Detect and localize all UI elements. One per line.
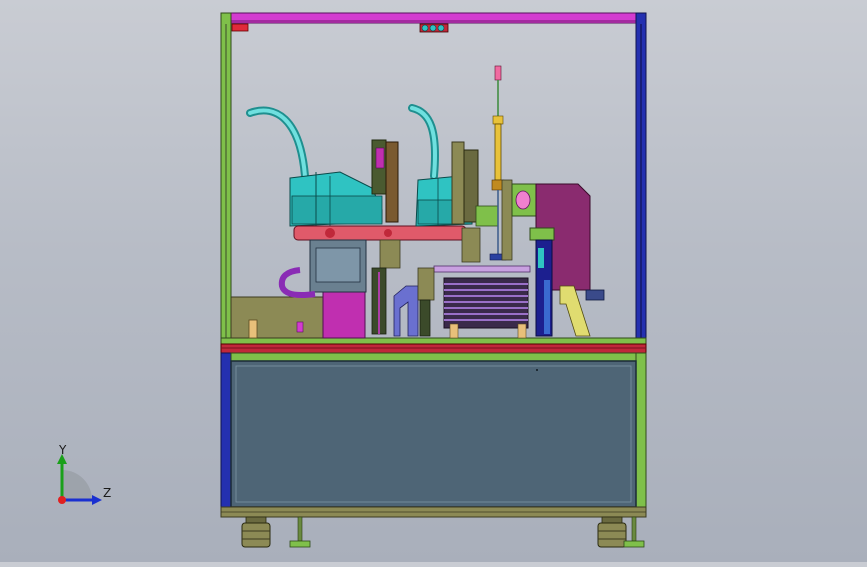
z-axis-label: Z (103, 486, 111, 500)
leveling-foot-right (623, 516, 645, 548)
caster-right (597, 516, 627, 548)
feeder-bracket (393, 267, 435, 337)
triad-plane-indicator (62, 470, 92, 500)
green-column (529, 227, 555, 337)
tray-magazine (433, 265, 531, 339)
axis-triad[interactable]: Y Z (57, 443, 111, 505)
top-sensor-cluster (419, 23, 449, 33)
left-fixture-plate (230, 291, 366, 339)
lower-cabinet (220, 352, 647, 518)
machine-drawing: Y Z (57, 12, 647, 548)
vertical-slide-right (451, 141, 499, 263)
x-axis-dot (58, 496, 66, 504)
caster-left (241, 516, 271, 548)
cad-viewport[interactable]: Y Z (0, 0, 867, 562)
y-axis-label: Y (58, 443, 67, 457)
guide-rail-assembly (501, 179, 539, 261)
leveling-foot-left (289, 516, 311, 548)
